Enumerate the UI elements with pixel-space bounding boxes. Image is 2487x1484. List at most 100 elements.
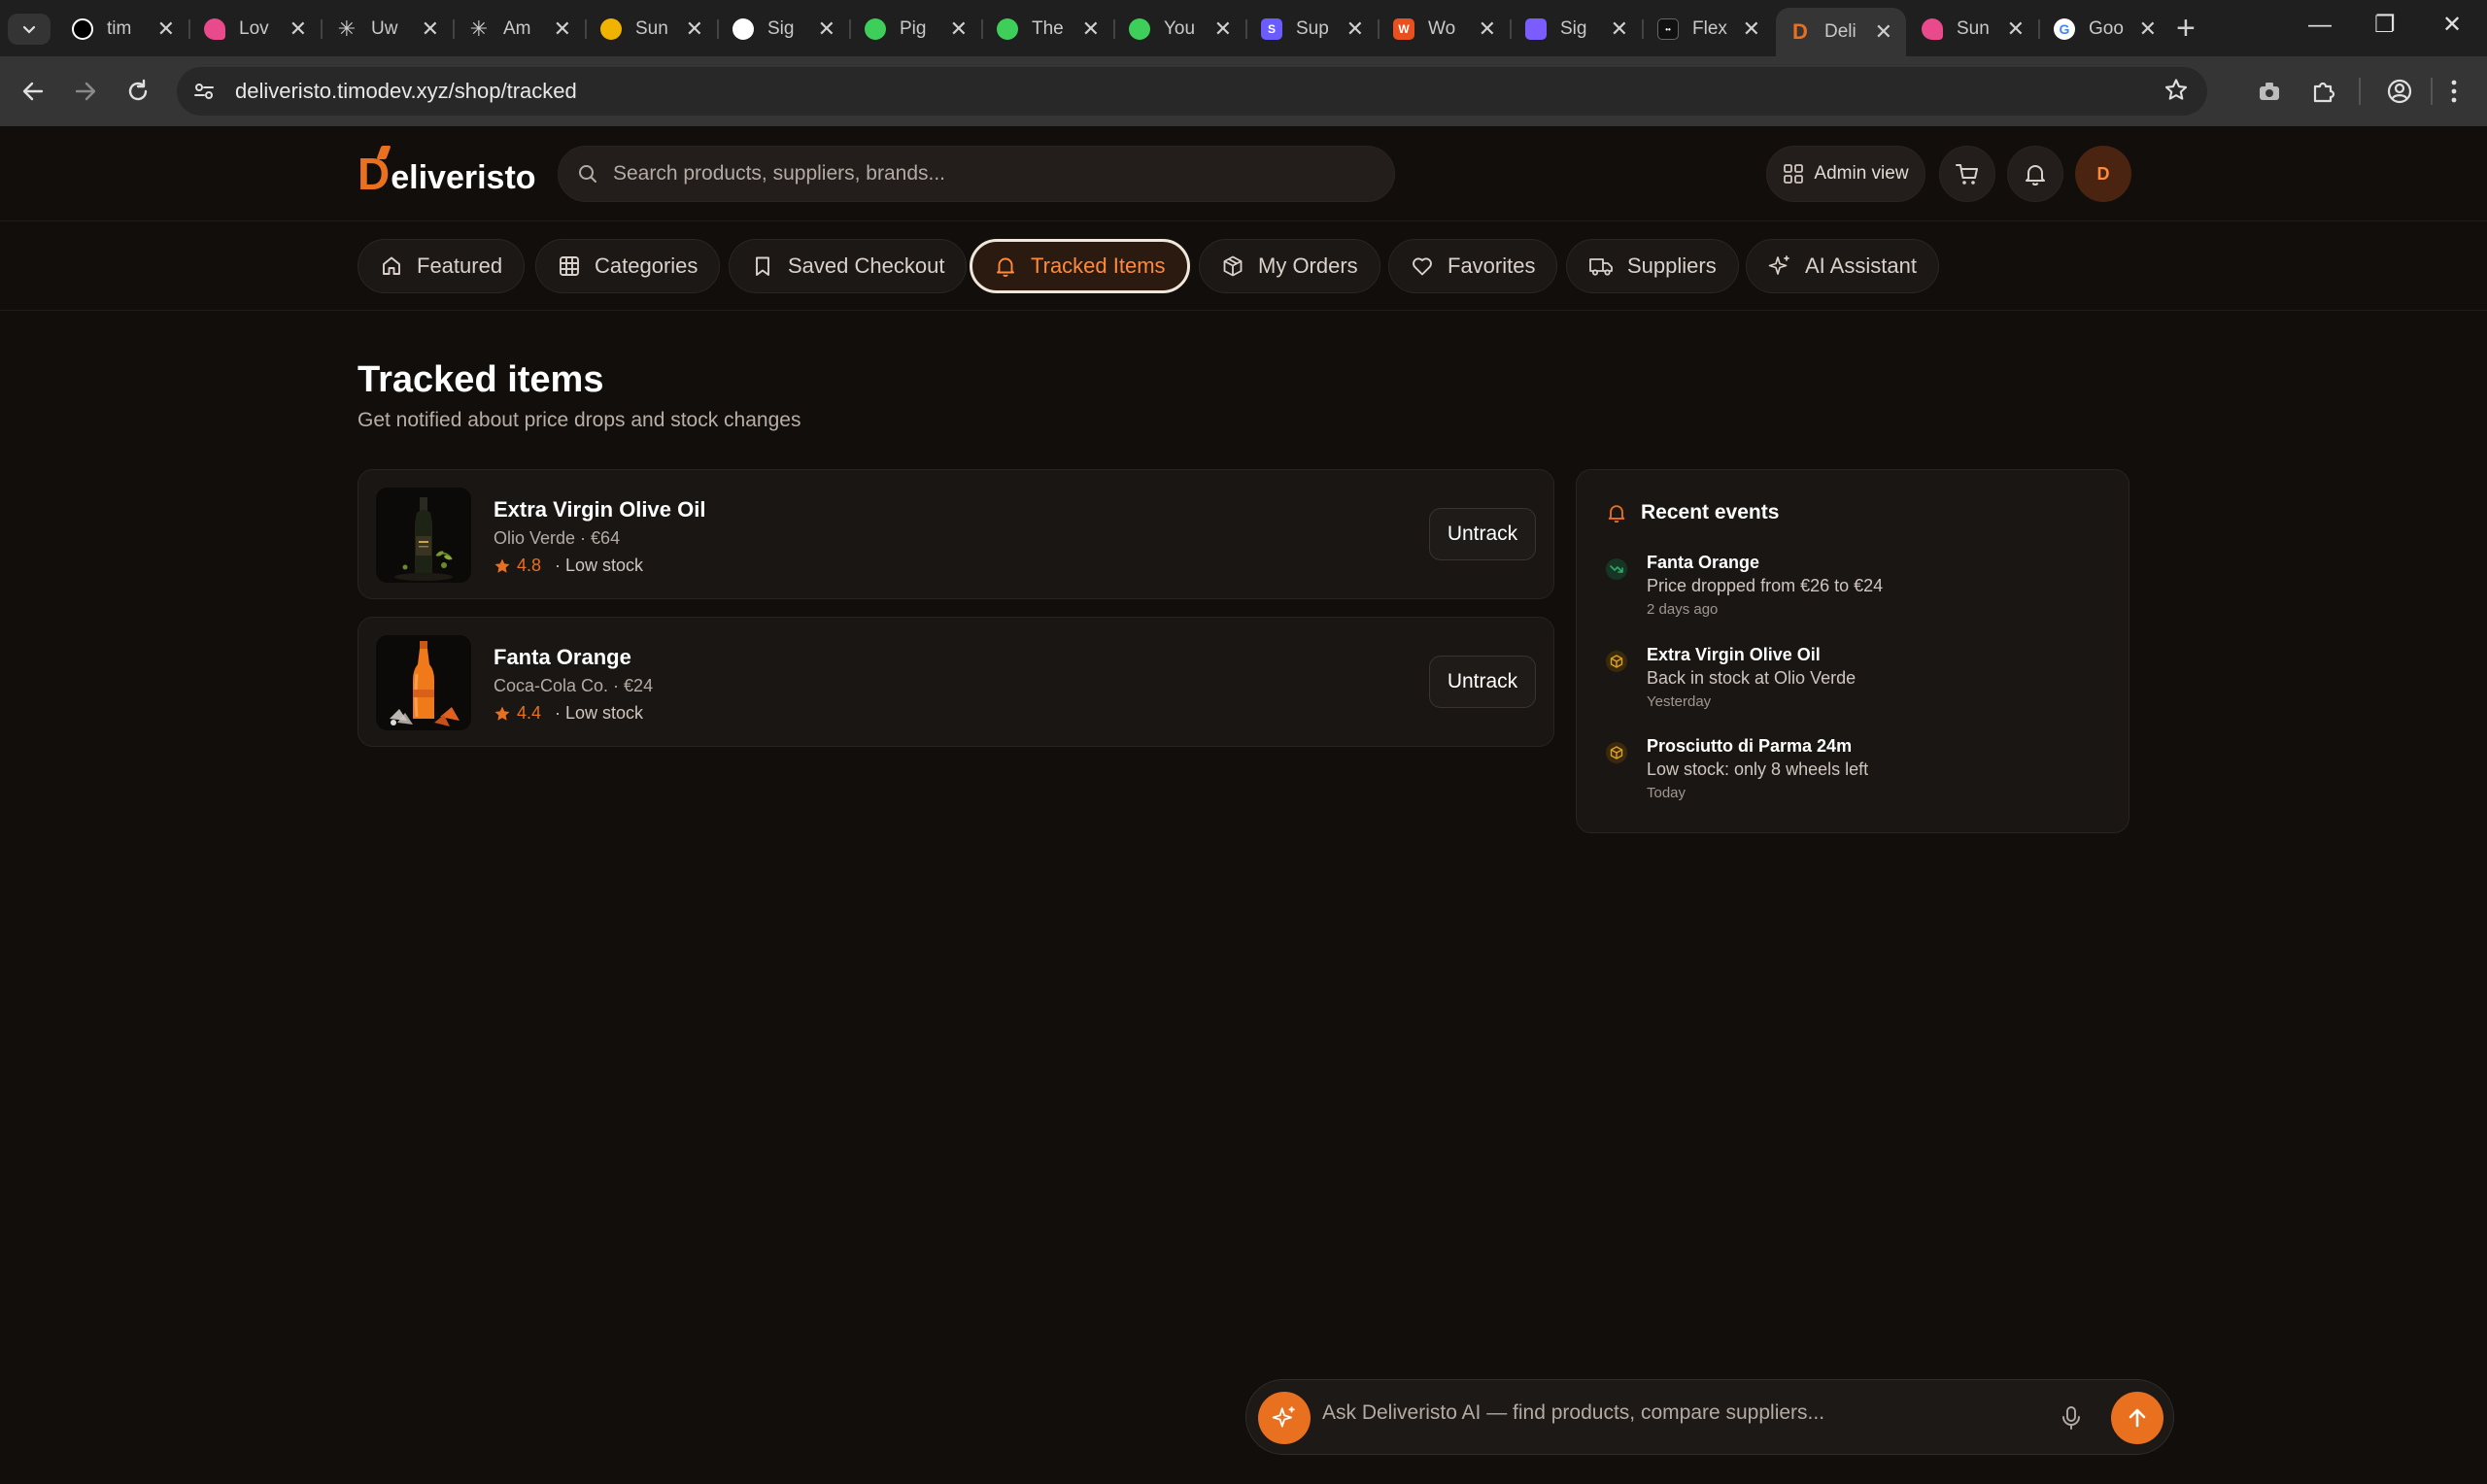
tab-categories[interactable]: Categories: [535, 239, 721, 293]
extensions-puzzle-icon[interactable]: [2306, 74, 2341, 109]
browser-tab[interactable]: The ✕: [983, 8, 1113, 51]
tracked-item-card[interactable]: Fanta Orange Coca-Cola Co. · €24 4.4 · L…: [358, 617, 1554, 747]
close-icon[interactable]: ✕: [157, 18, 175, 40]
browser-tab[interactable]: •• Flex ✕: [1644, 8, 1774, 51]
more-menu-icon[interactable]: [2436, 74, 2471, 109]
browser-tab[interactable]: ✳ Uw ✕: [323, 8, 453, 51]
tab-suppliers[interactable]: Suppliers: [1566, 239, 1739, 293]
admin-view-label: Admin view: [1814, 163, 1909, 184]
deliveristo-logo[interactable]: Deliveristo: [358, 149, 536, 199]
close-icon[interactable]: ✕: [2139, 18, 2157, 40]
recent-events-panel: Recent events Fanta Orange Price dropped…: [1576, 469, 2129, 833]
star-icon: [494, 706, 510, 721]
tab-favorites[interactable]: Favorites: [1388, 239, 1558, 293]
package-icon: [1606, 742, 1627, 763]
browser-tab[interactable]: Sig ✕: [719, 8, 849, 51]
tab-title: Sup: [1296, 18, 1329, 39]
event-time: Today: [1647, 785, 1686, 801]
browser-tab[interactable]: You ✕: [1115, 8, 1245, 51]
browser-tab[interactable]: tim ✕: [58, 8, 188, 51]
close-icon[interactable]: ✕: [2007, 18, 2025, 40]
reload-icon[interactable]: [120, 74, 155, 109]
tab-favicon-icon: [1129, 18, 1150, 40]
close-icon[interactable]: ✕: [950, 18, 968, 40]
close-icon[interactable]: ✕: [422, 18, 439, 40]
new-tab-plus-icon[interactable]: +: [2176, 12, 2196, 45]
profile-icon[interactable]: [2382, 74, 2417, 109]
tab-favicon-icon: D: [1792, 19, 1808, 44]
browser-tab[interactable]: S Sup ✕: [1247, 8, 1378, 51]
close-icon[interactable]: ✕: [554, 18, 571, 40]
tab-title: Sun: [1957, 18, 1990, 39]
close-icon[interactable]: ✕: [1743, 18, 1760, 40]
user-avatar[interactable]: D: [2075, 146, 2131, 202]
site-settings-icon[interactable]: [190, 78, 218, 105]
camera-extension-icon[interactable]: [2252, 74, 2287, 109]
item-name[interactable]: Fanta Orange: [494, 645, 631, 670]
admin-view-button[interactable]: Admin view: [1766, 146, 1925, 202]
event-description: Back in stock at Olio Verde: [1647, 668, 1857, 688]
browser-tab[interactable]: Lov ✕: [190, 8, 321, 51]
page-title: Tracked items: [358, 359, 604, 400]
item-rating: 4.8 · Low stock: [494, 556, 643, 576]
notifications-button[interactable]: [2007, 146, 2063, 202]
url-text[interactable]: deliveristo.timodev.xyz/shop/tracked: [235, 79, 577, 104]
browser-tab[interactable]: Sun ✕: [1908, 8, 2038, 51]
ai-sparkle-button[interactable]: [1258, 1392, 1311, 1444]
minimize-icon[interactable]: —: [2308, 14, 2332, 37]
microphone-icon[interactable]: [2055, 1401, 2088, 1434]
browser-tab[interactable]: ✳ Am ✕: [455, 8, 585, 51]
cart-icon: [1956, 164, 1978, 185]
close-icon[interactable]: ✕: [1479, 18, 1496, 40]
cart-button[interactable]: [1939, 146, 1995, 202]
tab-saved-checkout[interactable]: Saved Checkout: [729, 239, 968, 293]
back-arrow-icon[interactable]: [16, 74, 51, 109]
browser-tab[interactable]: W Wo ✕: [1380, 8, 1510, 51]
tab-favicon-icon: [204, 18, 225, 40]
send-button[interactable]: [2111, 1392, 2163, 1444]
browser-tab-active[interactable]: D Deli ✕: [1776, 8, 1906, 56]
close-icon[interactable]: ✕: [1082, 18, 1100, 40]
tab-my-orders[interactable]: My Orders: [1199, 239, 1380, 293]
tab-search-button[interactable]: [8, 14, 51, 45]
browser-tab[interactable]: G Goo ✕: [2040, 8, 2170, 51]
shop-nav: Featured Categories Saved Checkout Track…: [0, 221, 2487, 311]
logo-initial: D: [358, 149, 391, 199]
close-window-icon[interactable]: ✕: [2442, 14, 2462, 37]
untrack-button[interactable]: Untrack: [1429, 656, 1536, 708]
tab-favicon-icon: ✳: [469, 17, 489, 41]
tab-tracked-items[interactable]: Tracked Items: [970, 239, 1190, 293]
close-icon[interactable]: ✕: [1214, 18, 1232, 40]
tracked-item-card[interactable]: Extra Virgin Olive Oil Olio Verde · €64 …: [358, 469, 1554, 599]
heart-icon: [1413, 257, 1432, 276]
address-bar[interactable]: deliveristo.timodev.xyz/shop/tracked: [177, 67, 2207, 116]
browser-tab[interactable]: Sun ✕: [587, 8, 717, 51]
truck-icon: [1589, 258, 1613, 276]
browser-tab[interactable]: Pig ✕: [851, 8, 981, 51]
close-icon[interactable]: ✕: [1346, 18, 1364, 40]
search-bar[interactable]: [558, 146, 1395, 202]
close-icon[interactable]: ✕: [290, 18, 307, 40]
close-icon[interactable]: ✕: [1611, 18, 1628, 40]
bookmark-star-icon[interactable]: [2163, 77, 2190, 109]
tab-label: Favorites: [1448, 253, 1536, 278]
tab-favicon-icon: ✳: [337, 17, 357, 41]
bell-icon: [997, 257, 1014, 277]
tab-label: Categories: [595, 253, 698, 278]
untrack-button[interactable]: Untrack: [1429, 508, 1536, 560]
tab-ai-assistant[interactable]: AI Assistant: [1746, 239, 1939, 293]
forward-arrow-icon[interactable]: [68, 74, 103, 109]
tab-featured[interactable]: Featured: [358, 239, 526, 293]
close-icon[interactable]: ✕: [818, 18, 835, 40]
browser-tab[interactable]: Sig ✕: [1512, 8, 1642, 51]
close-icon[interactable]: ✕: [686, 18, 703, 40]
restore-icon[interactable]: ❐: [2374, 14, 2396, 37]
close-icon[interactable]: ✕: [1875, 21, 1892, 43]
tab-title: Pig: [900, 18, 927, 39]
item-supplier-price: Olio Verde · €64: [494, 528, 621, 548]
event-time: 2 days ago: [1647, 601, 1719, 618]
tab-favicon-icon: [865, 18, 886, 40]
search-input[interactable]: [613, 162, 1351, 186]
ai-chat-input[interactable]: [1322, 1401, 2041, 1425]
item-name[interactable]: Extra Virgin Olive Oil: [494, 497, 705, 523]
